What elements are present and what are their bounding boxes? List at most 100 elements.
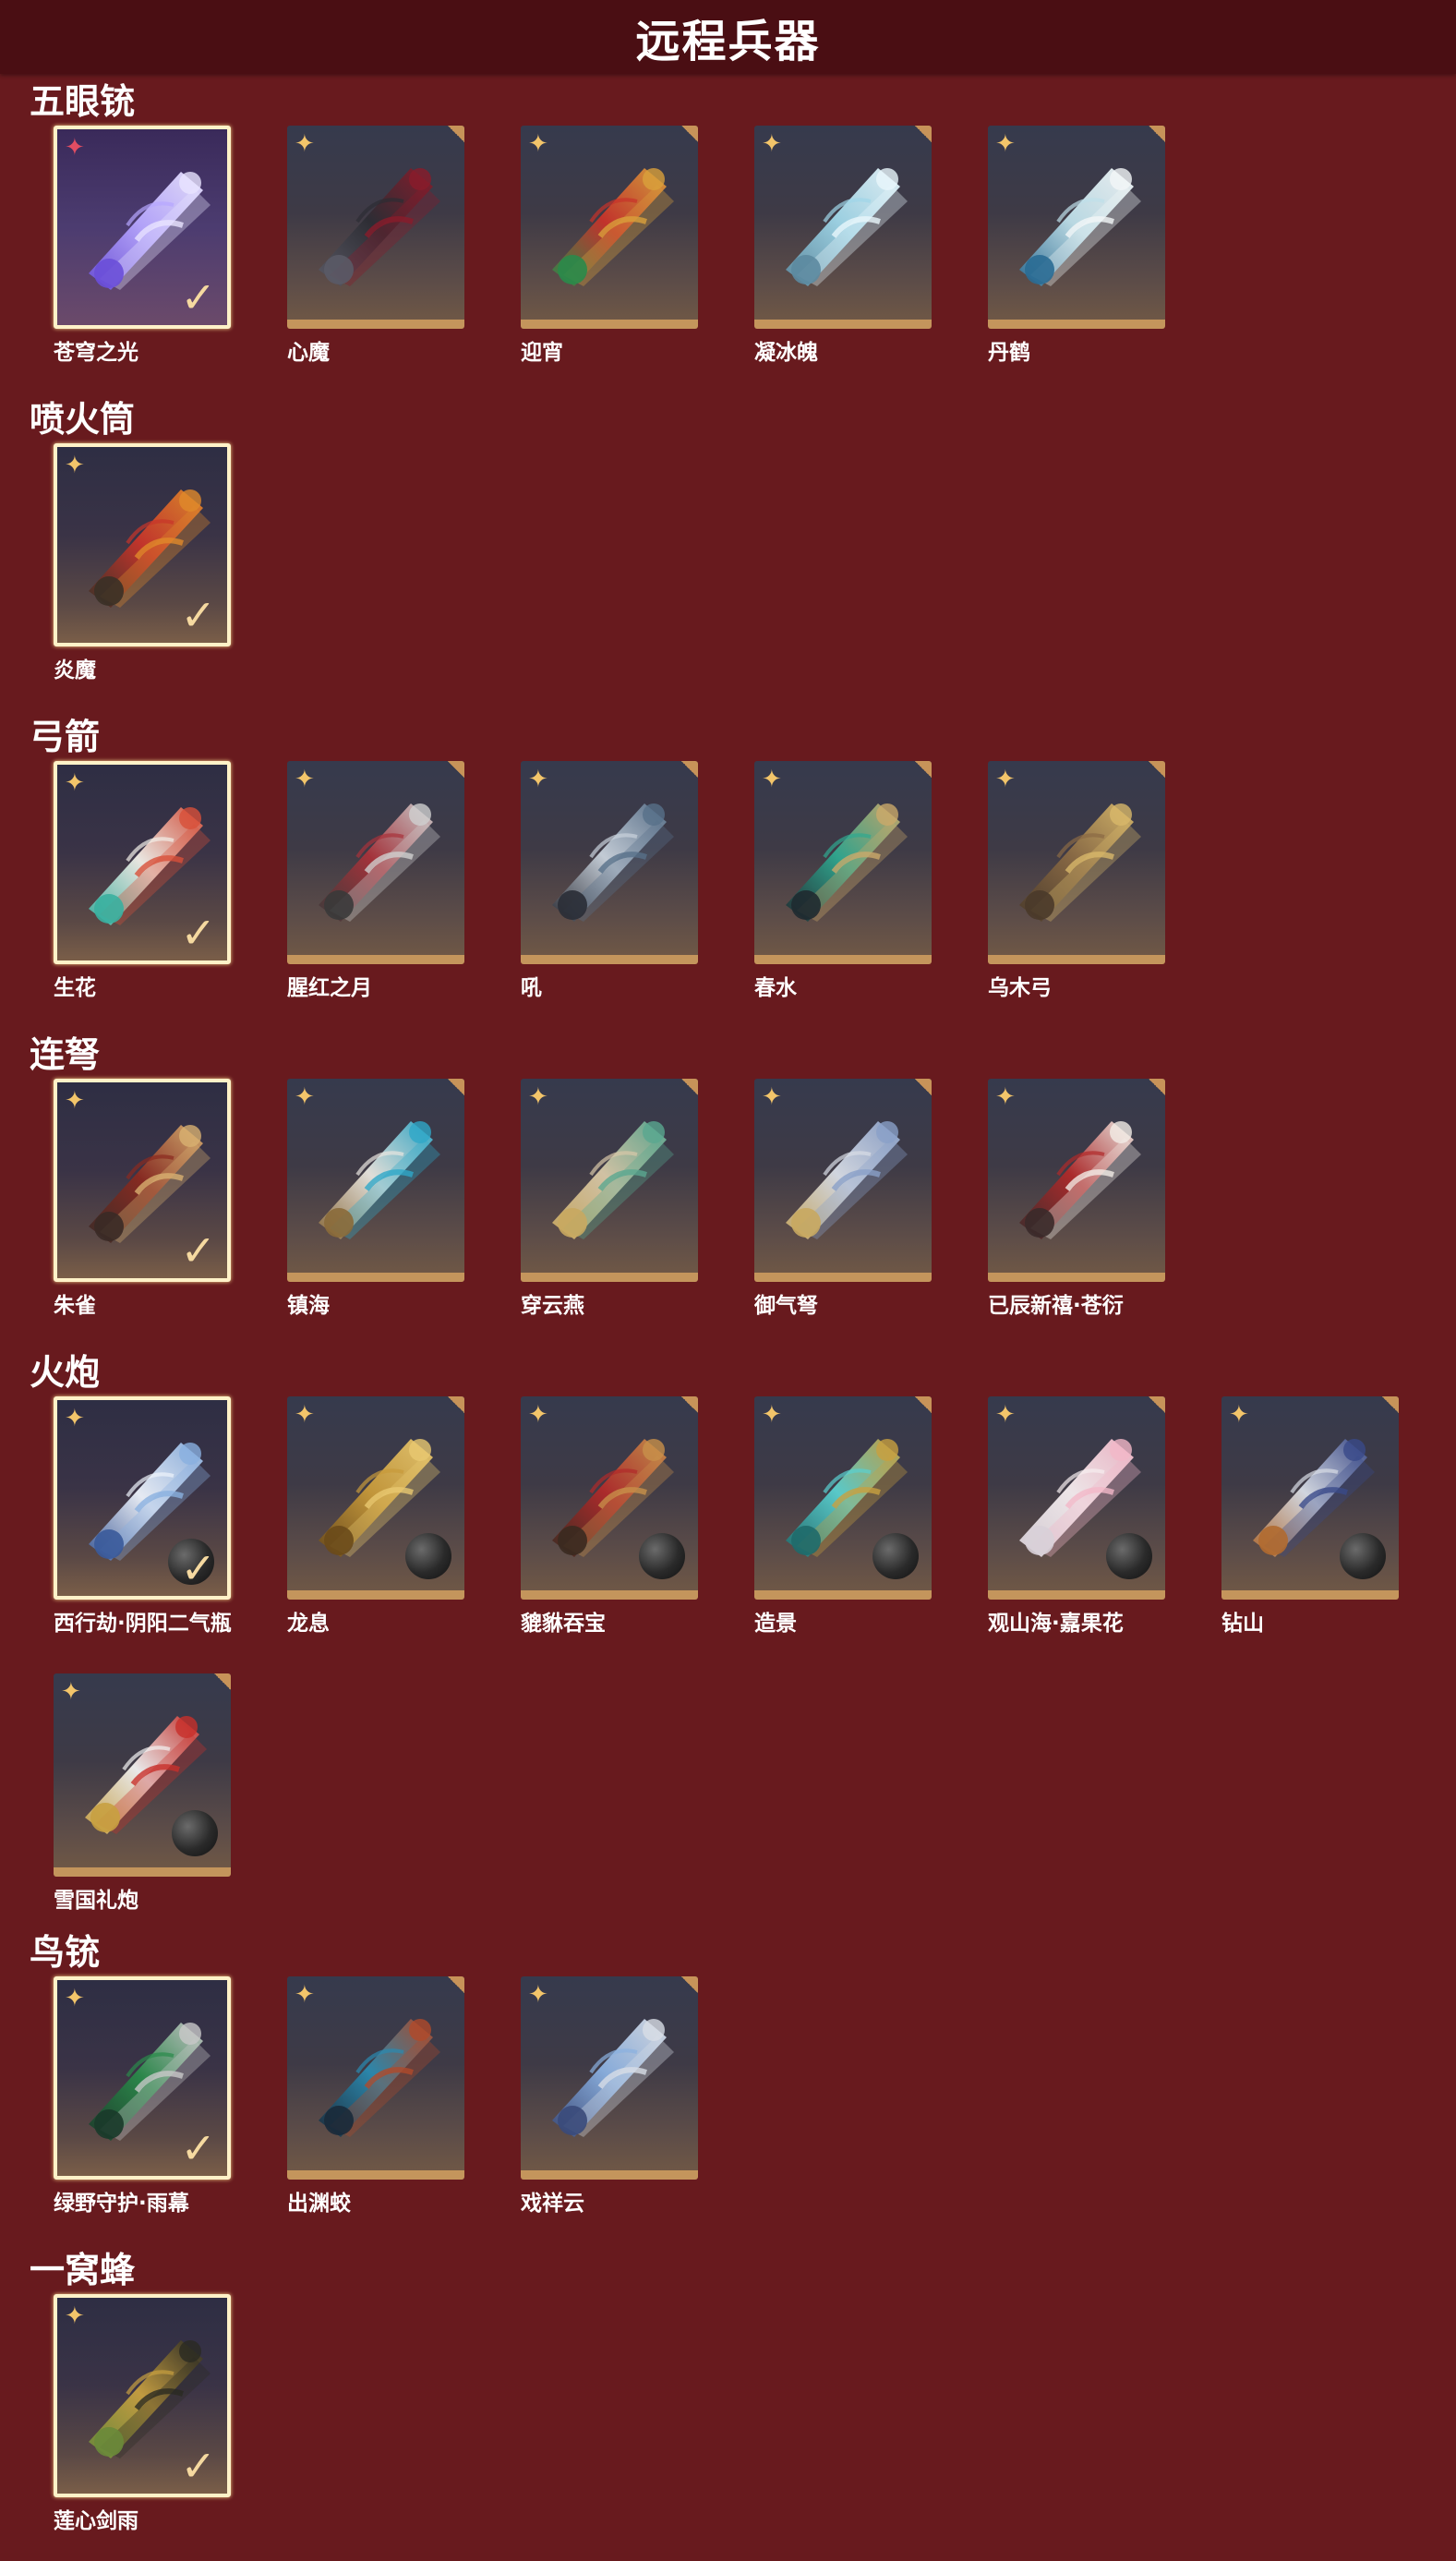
- weapon-item[interactable]: ✦ 戏祥云: [521, 1976, 700, 2217]
- weapon-card[interactable]: ✦: [988, 1396, 1165, 1600]
- weapon-crimson-bow-icon: [319, 803, 440, 922]
- weapon-item[interactable]: ✦ 乌木弓: [988, 761, 1167, 1001]
- weapon-name: 炎魔: [54, 658, 96, 683]
- weapon-name: 莲心剑雨: [54, 2509, 138, 2533]
- weapon-card[interactable]: ✦: [287, 1079, 464, 1282]
- weapon-card[interactable]: ✦: [521, 761, 698, 964]
- cannonball-icon: [872, 1533, 919, 1579]
- rarity-star-icon: ✦: [61, 1678, 81, 1706]
- weapon-name: 御气弩: [754, 1294, 818, 1318]
- weapon-item[interactable]: ✦ 已辰新禧·苍衍: [988, 1079, 1167, 1319]
- checkmark-icon: ✓: [180, 272, 216, 322]
- weapon-card[interactable]: ✦: [521, 126, 698, 329]
- weapon-card[interactable]: ✦ ✓: [54, 761, 231, 964]
- weapon-name: 腥红之月: [287, 976, 372, 1000]
- corner-tab-icon: [915, 126, 932, 142]
- weapon-item[interactable]: ✦ ✓ 炎魔: [54, 443, 233, 683]
- corner-tab-icon: [915, 1396, 932, 1413]
- weapon-card[interactable]: ✦ ✓: [54, 1396, 231, 1600]
- corner-tab-icon: [448, 761, 464, 778]
- weapon-item[interactable]: ✦ 穿云燕: [521, 1079, 700, 1319]
- weapon-item[interactable]: ✦ 钻山: [1221, 1396, 1401, 1637]
- weapon-roar-bow-icon: [552, 803, 674, 922]
- weapon-item[interactable]: ✦ 春水: [754, 761, 933, 1001]
- weapon-card[interactable]: ✦: [521, 1976, 698, 2180]
- weapon-item[interactable]: ✦ 凝冰魄: [754, 126, 933, 366]
- weapon-card[interactable]: ✦: [1221, 1396, 1399, 1600]
- weapon-card[interactable]: ✦ ✓: [54, 126, 231, 329]
- weapon-item[interactable]: ✦ 丹鹤: [988, 126, 1167, 366]
- corner-tab-icon: [448, 1396, 464, 1413]
- rarity-star-icon: ✦: [762, 766, 782, 793]
- weapon-name: 春水: [754, 976, 797, 1000]
- weapon-card[interactable]: ✦: [521, 1079, 698, 1282]
- weapon-item[interactable]: ✦ 观山海·嘉果花: [988, 1396, 1167, 1637]
- weapon-name: 貔貅吞宝: [521, 1612, 606, 1636]
- weapon-item[interactable]: ✦ 貔貅吞宝: [521, 1396, 700, 1637]
- corner-tab-icon: [681, 1396, 698, 1413]
- weapon-card[interactable]: ✦: [754, 761, 932, 964]
- weapon-card[interactable]: ✦: [988, 126, 1165, 329]
- weapon-silver-crossbow-icon: [786, 1121, 908, 1239]
- rarity-star-icon: ✦: [295, 1083, 315, 1111]
- weapon-item[interactable]: ✦ 出渊蛟: [287, 1976, 466, 2217]
- rarity-star-icon: ✦: [995, 130, 1016, 158]
- weapon-item[interactable]: ✦ 龙息: [287, 1396, 466, 1637]
- weapon-item[interactable]: ✦ ✓ 绿野守护·雨幕: [54, 1976, 233, 2217]
- corner-tab-icon: [681, 126, 698, 142]
- weapon-name: 造景: [754, 1612, 797, 1636]
- weapon-card[interactable]: ✦: [754, 1396, 932, 1600]
- weapon-item[interactable]: ✦ 腥红之月: [287, 761, 466, 1001]
- weapon-name: 乌木弓: [988, 976, 1052, 1000]
- weapon-card[interactable]: ✦ ✓: [54, 1079, 231, 1282]
- weapon-card[interactable]: ✦: [287, 126, 464, 329]
- rarity-star-icon: ✦: [1229, 1401, 1249, 1429]
- section-title: 连弩: [30, 1034, 101, 1075]
- weapon-name: 朱雀: [54, 1294, 96, 1318]
- corner-tab-icon: [681, 1976, 698, 1993]
- rarity-star-icon: ✦: [295, 1401, 315, 1429]
- corner-tab-icon: [448, 1079, 464, 1095]
- weapon-card[interactable]: ✦ ✓: [54, 443, 231, 646]
- weapon-item[interactable]: ✦ 御气弩: [754, 1079, 933, 1319]
- weapon-item[interactable]: ✦ ✓ 莲心剑雨: [54, 2294, 233, 2534]
- weapon-card[interactable]: ✦: [754, 1079, 932, 1282]
- weapon-card[interactable]: ✦: [287, 1396, 464, 1600]
- weapon-card[interactable]: ✦ ✓: [54, 2294, 231, 2497]
- cannonball-icon: [1340, 1533, 1386, 1579]
- weapon-item[interactable]: ✦ 镇海: [287, 1079, 466, 1319]
- weapon-item[interactable]: ✦ ✓ 朱雀: [54, 1079, 233, 1319]
- weapon-item[interactable]: ✦ 雪国礼炮: [54, 1673, 233, 1914]
- weapon-card[interactable]: ✦: [988, 761, 1165, 964]
- weapon-card[interactable]: ✦: [521, 1396, 698, 1600]
- weapon-cloud-musket-icon: [552, 2019, 674, 2137]
- weapon-name: 龙息: [287, 1612, 330, 1636]
- weapon-card[interactable]: ✦: [754, 126, 932, 329]
- corner-tab-icon: [915, 1079, 932, 1095]
- weapon-item[interactable]: ✦ ✓ 苍穹之光: [54, 126, 233, 366]
- weapon-jade-bow-icon: [786, 803, 908, 922]
- weapon-item[interactable]: ✦ ✓ 生花: [54, 761, 233, 1001]
- weapon-name: 雪国礼炮: [54, 1889, 138, 1913]
- rarity-star-icon: ✦: [995, 1401, 1016, 1429]
- weapon-name: 丹鹤: [988, 341, 1030, 365]
- weapon-card[interactable]: ✦: [287, 1976, 464, 2180]
- weapon-card[interactable]: ✦: [287, 761, 464, 964]
- weapon-item[interactable]: ✦ 吼: [521, 761, 700, 1001]
- weapon-item[interactable]: ✦ 心魔: [287, 126, 466, 366]
- weapon-card[interactable]: ✦: [988, 1079, 1165, 1282]
- weapon-item[interactable]: ✦ 迎宵: [521, 126, 700, 366]
- section-title: 弓箭: [30, 717, 101, 757]
- weapon-name: 心魔: [287, 341, 330, 365]
- weapon-item[interactable]: ✦ ✓ 西行劫·阴阳二气瓶: [54, 1396, 233, 1637]
- weapon-name: 穿云燕: [521, 1294, 584, 1318]
- weapon-card[interactable]: ✦ ✓: [54, 1976, 231, 2180]
- rarity-star-icon: ✦: [528, 766, 548, 793]
- weapon-item[interactable]: ✦ 造景: [754, 1396, 933, 1637]
- page-title: 远程兵器: [635, 16, 821, 67]
- rarity-star-icon: ✦: [995, 1083, 1016, 1111]
- weapon-card[interactable]: ✦: [54, 1673, 231, 1877]
- cannonball-icon: [172, 1810, 218, 1856]
- cannonball-icon: [405, 1533, 451, 1579]
- section-title: 五眼铳: [30, 81, 136, 122]
